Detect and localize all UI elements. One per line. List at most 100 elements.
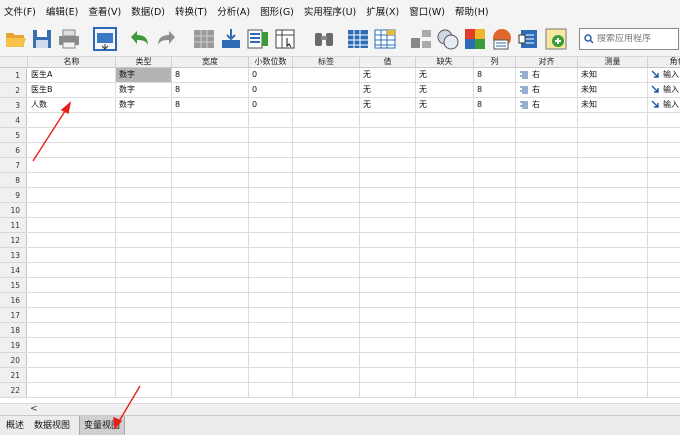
row-number[interactable]: 12 <box>0 233 27 248</box>
open-folder-icon[interactable] <box>4 27 28 51</box>
cell-type[interactable]: 数字 <box>116 98 172 113</box>
cell-name[interactable] <box>28 248 116 263</box>
cell-type[interactable] <box>116 188 172 203</box>
row-number[interactable]: 6 <box>0 143 27 158</box>
row-number[interactable]: 8 <box>0 173 27 188</box>
cell-measure[interactable]: 未知 <box>578 83 648 98</box>
cell-label[interactable] <box>293 68 360 83</box>
goto-case-icon[interactable] <box>192 27 216 51</box>
cell-measure[interactable] <box>578 278 648 293</box>
cell-align[interactable] <box>516 218 578 233</box>
cell-measure[interactable] <box>578 263 648 278</box>
cell-label[interactable] <box>293 83 360 98</box>
cell-missing[interactable] <box>416 278 474 293</box>
cell-label[interactable] <box>293 293 360 308</box>
cell-role[interactable] <box>648 203 680 218</box>
cell-label[interactable] <box>293 308 360 323</box>
row-number[interactable]: 2 <box>0 83 27 98</box>
cell-missing[interactable] <box>416 293 474 308</box>
row-number[interactable]: 3 <box>0 98 27 113</box>
cell-values[interactable] <box>360 263 416 278</box>
column-header-width[interactable]: 宽度 <box>172 57 249 68</box>
insert-variable-icon[interactable] <box>373 27 397 51</box>
menu-item[interactable]: 转换(T) <box>172 4 214 18</box>
cell-width[interactable] <box>172 143 249 158</box>
save-icon[interactable] <box>30 27 54 51</box>
cell-align[interactable] <box>516 323 578 338</box>
cell-width[interactable] <box>172 293 249 308</box>
cell-name[interactable] <box>28 203 116 218</box>
menu-item[interactable]: 实用程序(U) <box>301 4 363 18</box>
cell-type[interactable] <box>116 353 172 368</box>
cell-measure[interactable] <box>578 203 648 218</box>
cell-decimals[interactable] <box>249 143 293 158</box>
cell-align[interactable] <box>516 128 578 143</box>
cell-values[interactable] <box>360 188 416 203</box>
cell-role[interactable] <box>648 368 680 383</box>
cell-values[interactable] <box>360 308 416 323</box>
row-number[interactable]: 4 <box>0 113 27 128</box>
cell-width[interactable] <box>172 203 249 218</box>
cell-role[interactable] <box>648 173 680 188</box>
cell-measure[interactable] <box>578 143 648 158</box>
cell-role[interactable] <box>648 218 680 233</box>
cell-align[interactable] <box>516 308 578 323</box>
cell-decimals[interactable] <box>249 338 293 353</box>
cell-role[interactable] <box>648 143 680 158</box>
cell-measure[interactable] <box>578 113 648 128</box>
row-number[interactable]: 13 <box>0 248 27 263</box>
cell-align[interactable] <box>516 278 578 293</box>
cell-name[interactable] <box>28 128 116 143</box>
column-header-missing[interactable]: 缺失 <box>416 57 474 68</box>
cell-name[interactable] <box>28 368 116 383</box>
cell-decimals[interactable] <box>249 293 293 308</box>
cell-type[interactable] <box>116 383 172 398</box>
cell-columns[interactable] <box>474 383 516 398</box>
cell-missing[interactable]: 无 <box>416 68 474 83</box>
cell-missing[interactable] <box>416 248 474 263</box>
cell-align[interactable] <box>516 353 578 368</box>
cell-columns[interactable] <box>474 188 516 203</box>
cell-columns[interactable] <box>474 353 516 368</box>
cell-width[interactable] <box>172 128 249 143</box>
value-labels-icon[interactable] <box>490 27 514 51</box>
cell-measure[interactable] <box>578 158 648 173</box>
cell-role[interactable] <box>648 248 680 263</box>
horizontal-scrollbar[interactable]: < <box>0 403 680 415</box>
cell-values[interactable] <box>360 248 416 263</box>
cell-values[interactable]: 无 <box>360 98 416 113</box>
cell-width[interactable] <box>172 173 249 188</box>
cell-name[interactable] <box>28 158 116 173</box>
cell-width[interactable] <box>172 233 249 248</box>
cell-label[interactable] <box>293 113 360 128</box>
cell-label[interactable] <box>293 143 360 158</box>
cell-measure[interactable] <box>578 233 648 248</box>
cell-width[interactable]: 8 <box>172 98 249 113</box>
cell-missing[interactable] <box>416 173 474 188</box>
cell-missing[interactable] <box>416 113 474 128</box>
row-number[interactable]: 19 <box>0 338 27 353</box>
variables-icon[interactable] <box>246 27 270 51</box>
cell-align[interactable] <box>516 383 578 398</box>
cell-width[interactable] <box>172 368 249 383</box>
cell-columns[interactable] <box>474 203 516 218</box>
cell-width[interactable] <box>172 278 249 293</box>
cell-align[interactable] <box>516 263 578 278</box>
use-variable-sets-icon[interactable] <box>517 27 541 51</box>
cell-values[interactable] <box>360 218 416 233</box>
cell-type[interactable] <box>116 293 172 308</box>
cell-label[interactable] <box>293 158 360 173</box>
row-number[interactable]: 16 <box>0 293 27 308</box>
cell-decimals[interactable] <box>249 218 293 233</box>
split-file-icon[interactable] <box>409 27 433 51</box>
column-header-align[interactable]: 对齐 <box>516 57 578 68</box>
cell-align[interactable] <box>516 173 578 188</box>
cell-columns[interactable] <box>474 278 516 293</box>
cell-values[interactable]: 无 <box>360 83 416 98</box>
cell-role[interactable] <box>648 323 680 338</box>
cell-align[interactable] <box>516 368 578 383</box>
cell-role[interactable] <box>648 383 680 398</box>
cell-values[interactable] <box>360 383 416 398</box>
cell-decimals[interactable] <box>249 353 293 368</box>
cell-name[interactable]: 医生B <box>28 83 116 98</box>
